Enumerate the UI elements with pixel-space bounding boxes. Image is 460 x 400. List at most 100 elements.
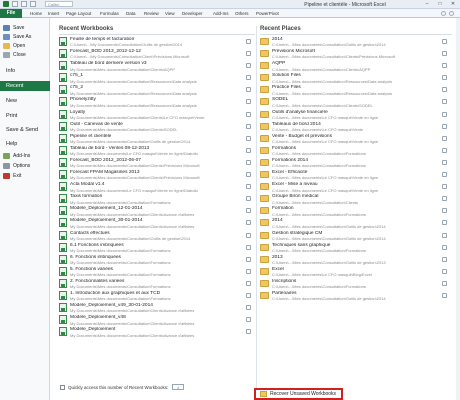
pin-icon[interactable] [442, 196, 447, 202]
tab-review[interactable]: Review [144, 10, 159, 17]
recent-place-item[interactable]: 2014 C:\Users\...\Mes documents\Consultat… [259, 36, 451, 48]
pin-icon[interactable] [442, 159, 447, 165]
recent-workbook-item[interactable]: Contacts effectués My Documents\Mes docum… [58, 230, 255, 242]
nav-help[interactable]: Help [0, 139, 50, 149]
pin-icon[interactable] [246, 208, 251, 214]
vertical-scrollbar[interactable] [456, 18, 460, 400]
pin-icon[interactable] [442, 292, 447, 298]
pin-icon[interactable] [442, 75, 447, 81]
recent-workbook-item[interactable]: 6. Fonctions imbriquées My Documents\Mes … [58, 254, 255, 266]
pin-icon[interactable] [246, 244, 251, 250]
recent-place-item[interactable]: SODEL C:\Users\...\Mes documents\Consulta… [259, 96, 451, 108]
pin-icon[interactable] [442, 135, 447, 141]
recent-workbook-item[interactable]: 5. Fonctions variées My Documents\Mes doc… [58, 266, 255, 278]
recent-workbook-item[interactable]: Modele_Deploiement_30-01-2014 My Document… [58, 217, 255, 229]
nav-new[interactable]: New [0, 96, 50, 106]
close-window-icon[interactable]: ✕ [448, 1, 458, 7]
recent-workbook-item[interactable]: 6.1 Fonctions imbriquées My Documents\Mes… [58, 242, 255, 254]
recent-workbook-item[interactable]: Modele_Deploiement_v49_30-01-2014 My Docu… [58, 302, 255, 314]
recent-place-item[interactable]: Solution Files C:\Users\...\Mes documents… [259, 72, 451, 84]
recent-place-item[interactable]: Inscriptions C:\Users\...\Mes documents\C… [259, 278, 451, 290]
open-command[interactable]: Open [3, 42, 47, 50]
pin-icon[interactable] [246, 220, 251, 226]
recent-workbook-item[interactable]: 1. Introduction aux graphiques et aux TC… [58, 290, 255, 302]
tab-powerpivot[interactable]: PowerPivot [256, 10, 279, 17]
recover-unsaved-workbooks-button[interactable]: Recover Unsaved Workbooks [254, 388, 343, 400]
recent-workbook-item[interactable]: Taxis formation My Documents\Mes document… [58, 193, 255, 205]
pin-icon[interactable] [442, 87, 447, 93]
pin-icon[interactable] [246, 292, 251, 298]
recent-place-item[interactable]: Formations C:\Users\...\Mes documents\Con… [259, 145, 451, 157]
exit-command[interactable]: Exit [3, 172, 47, 180]
add-ins-command[interactable]: Add-Ins [3, 152, 47, 160]
recent-place-item[interactable]: Outils d'analyse financière C:\Users\...\… [259, 109, 451, 121]
pin-icon[interactable] [442, 220, 447, 226]
recent-workbook-item[interactable]: c75_2 My Documents\Mes documents\Consulta… [58, 84, 255, 96]
recent-place-item[interactable]: Tableaux de bord 2014 C:\Users\...\Mes do… [259, 121, 451, 133]
tab-developer[interactable]: Developer [182, 10, 203, 17]
pin-icon[interactable] [246, 172, 251, 178]
nav-info[interactable]: Info [0, 66, 50, 76]
recent-workbook-item[interactable]: Tableau de bord - Ventes 08-12-2013 My Do… [58, 145, 255, 157]
pin-icon[interactable] [442, 147, 447, 153]
nav-print[interactable]: Print [0, 111, 50, 121]
save-command[interactable]: Save [3, 24, 47, 32]
recent-place-item[interactable]: Practice Files C:\Users\...\Mes documents… [259, 84, 451, 96]
recent-place-item[interactable]: Excel C:\Users\...\Mes documents\Le CFO m… [259, 266, 451, 278]
recent-workbook-item[interactable]: Phonelyzitty My Documents\Mes documents\C… [58, 96, 255, 108]
recent-place-item[interactable]: Partenaires C:\Users\...\Mes documents\Co… [259, 290, 451, 302]
pin-icon[interactable] [246, 39, 251, 44]
pin-icon[interactable] [246, 111, 251, 117]
tab-insert[interactable]: Insert [48, 10, 59, 17]
help-icon[interactable] [449, 11, 454, 16]
recent-place-item[interactable]: Formation C:\Users\...\Mes documents\Cons… [259, 205, 451, 217]
pin-icon[interactable] [442, 208, 447, 214]
pin-icon[interactable] [442, 111, 447, 117]
pin-icon[interactable] [246, 135, 251, 141]
quick-access-count-input[interactable]: 4 [172, 384, 185, 390]
pin-icon[interactable] [442, 256, 447, 262]
options-command[interactable]: Options [3, 162, 47, 170]
pin-icon[interactable] [246, 305, 251, 311]
tab-page-layout[interactable]: Page Layout [66, 10, 91, 17]
pin-icon[interactable] [246, 280, 251, 286]
maximize-icon[interactable]: □ [435, 1, 445, 7]
pin-icon[interactable] [246, 256, 251, 262]
tab-data[interactable]: Data [126, 10, 136, 17]
pin-icon[interactable] [246, 75, 251, 81]
pin-icon[interactable] [442, 123, 447, 129]
nav-save-send[interactable]: Save & Send [0, 125, 50, 135]
pin-icon[interactable] [246, 99, 251, 105]
pin-icon[interactable] [246, 184, 251, 190]
recent-workbook-item[interactable]: Forecast FPAM Magasines 2013 My Documents… [58, 169, 255, 181]
pin-icon[interactable] [246, 317, 251, 323]
pin-icon[interactable] [246, 268, 251, 274]
recent-place-item[interactable]: Excel - Efficacité C:\Users\...\Mes docum… [259, 169, 451, 181]
recent-workbook-item[interactable]: Feuille de temps et facturation C:\Users\… [58, 36, 255, 48]
recent-place-item[interactable]: 2013 C:\Users\...\Mes documents\Consultat… [259, 254, 451, 266]
recent-workbook-item[interactable]: Acta Modal v1.4 My Documents\Mes document… [58, 181, 255, 193]
ribbon-minimize-icon[interactable] [441, 11, 446, 16]
pin-icon[interactable] [442, 39, 447, 44]
pin-icon[interactable] [442, 232, 447, 238]
pin-icon[interactable] [246, 196, 251, 202]
recent-place-item[interactable]: Prévisions Microsoft C:\Users\...\Mes doc… [259, 48, 451, 60]
pin-icon[interactable] [442, 172, 447, 178]
recent-place-item[interactable]: Gestion stratégique CM C:\Users\...\Mes d… [259, 230, 451, 242]
pin-icon[interactable] [442, 99, 447, 105]
pin-icon[interactable] [246, 123, 251, 129]
recent-workbook-item[interactable]: Forecast_BOD 2012_2012-06-07 My Documents… [58, 157, 255, 169]
save-as-command[interactable]: Save As [3, 33, 47, 41]
recent-workbook-item[interactable]: Modele_Deploiement_v48 My Documents\Mes d… [58, 314, 255, 326]
recent-workbook-item[interactable]: Loyalty My Documents\Mes documents\Consul… [58, 109, 255, 121]
pin-icon[interactable] [246, 232, 251, 238]
recent-workbook-item[interactable]: 2. Fonctionnalités variées My Documents\M… [58, 278, 255, 290]
close-command[interactable]: Close [3, 51, 47, 59]
recent-workbook-item[interactable]: Pipeline et clientèle My Documents\Mes do… [58, 133, 255, 145]
recent-place-item[interactable]: Techniques sans graphique C:\Users\...\Me… [259, 242, 451, 254]
pin-icon[interactable] [442, 244, 447, 250]
pin-icon[interactable] [246, 63, 251, 69]
pin-icon[interactable] [442, 268, 447, 274]
recent-workbook-item[interactable]: Forecast_BOD 2013_2012-12-12 C:\Users\...… [58, 48, 255, 60]
recent-workbook-item[interactable]: Modele_Deploiement My Documents\Mes docum… [58, 326, 255, 338]
